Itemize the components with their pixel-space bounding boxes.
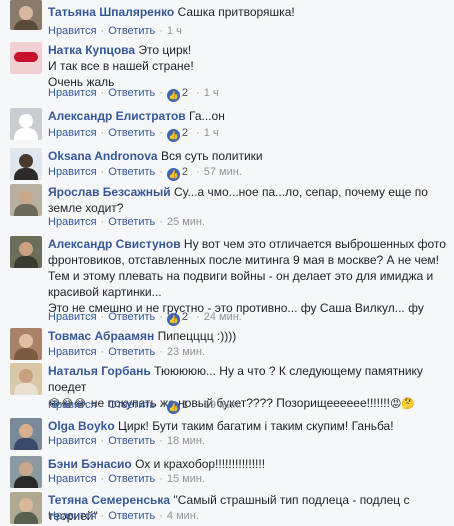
like-link[interactable]: Нравится (48, 166, 97, 178)
comment-author[interactable]: Александр Свистунов (48, 237, 181, 251)
avatar[interactable] (10, 42, 42, 74)
like-link[interactable]: Нравится (48, 87, 97, 99)
comment-actions: Нравится · Ответить · 23 мин. (48, 346, 206, 358)
comment-time[interactable]: 19 мин. (204, 399, 242, 411)
like-icon[interactable]: 👍 (166, 129, 180, 142)
like-count[interactable]: 2 (182, 127, 188, 139)
comment-time[interactable]: 15 мин. (167, 473, 205, 485)
reply-link[interactable]: Ответить (108, 311, 155, 323)
comment-author[interactable]: Натка Купцова (48, 43, 135, 57)
reply-link[interactable]: Ответить (108, 435, 155, 447)
avatar[interactable] (10, 363, 42, 395)
reply-link[interactable]: Ответить (108, 216, 155, 228)
comment-time[interactable]: 23 мин. (167, 346, 205, 358)
comment-author[interactable]: Татьяна Шпаляренко (48, 5, 174, 19)
comment-feed: Татьяна Шпаляренко Сашка притворяшка! Нр… (0, 0, 454, 526)
comment-author[interactable]: Александр Елистратов (48, 109, 186, 123)
like-count[interactable]: 2 (182, 87, 188, 99)
like-link[interactable]: Нравится (48, 346, 97, 358)
comment-actions: Нравится · Ответить · 4 мин. (48, 510, 199, 522)
comment-time[interactable]: 1 ч (204, 87, 219, 99)
comment-text: Пипецццц :)))) (157, 329, 237, 343)
like-icon[interactable]: 👍 (166, 168, 180, 181)
like-link[interactable]: Нравится (48, 473, 97, 485)
comment-text: Га...он (189, 109, 225, 123)
like-link[interactable]: Нравится (48, 435, 97, 447)
like-icon[interactable]: 👍 (166, 89, 180, 102)
comment-text: Сашка притворяшка! (177, 5, 295, 19)
comment-time[interactable]: 4 мин. (167, 510, 199, 522)
comment-author[interactable]: Наталья Горбань (48, 364, 151, 378)
comment-actions: Нравится · Ответить · 👍 2 · 1 ч (48, 127, 219, 142)
avatar[interactable] (10, 0, 42, 30)
comment-time[interactable]: 57 мин. (204, 166, 242, 178)
comment-author[interactable]: Oksana Andronova (48, 149, 158, 163)
avatar[interactable] (10, 328, 42, 360)
reply-link[interactable]: Ответить (108, 346, 155, 358)
like-count[interactable]: 2 (182, 166, 188, 178)
like-link[interactable]: Нравится (48, 311, 97, 323)
reply-link[interactable]: Ответить (108, 87, 155, 99)
comment-time[interactable]: 25 мин. (167, 216, 205, 228)
reply-link[interactable]: Ответить (108, 127, 155, 139)
avatar[interactable] (10, 184, 42, 216)
avatar[interactable] (10, 418, 42, 450)
like-link[interactable]: Нравится (48, 510, 97, 522)
comment-actions: Нравится · Ответить · 1 ч (48, 25, 182, 37)
comment-text: Вся суть политики (160, 149, 263, 163)
reply-link[interactable]: Ответить (108, 473, 155, 485)
comment-actions: Нравится · Ответить · 18 мин. (48, 435, 206, 447)
reply-link[interactable]: Ответить (108, 399, 155, 411)
comment-text: Цирк! Бути таким багатим і таким скупим!… (118, 419, 394, 433)
comment-actions: Нравится · Ответить · 👍 2 · 57 мин. (48, 166, 242, 181)
comment-actions: Нравится · Ответить · 15 мин. (48, 473, 206, 485)
avatar[interactable] (10, 456, 42, 488)
avatar[interactable] (10, 148, 42, 180)
like-link[interactable]: Нравится (48, 25, 97, 37)
like-link[interactable]: Нравится (48, 127, 97, 139)
comment-author[interactable]: Olga Boyko (48, 419, 115, 433)
reply-link[interactable]: Ответить (108, 166, 155, 178)
comment-text-line: И так все в нашей стране! (48, 59, 194, 73)
avatar[interactable] (10, 236, 42, 268)
reply-link[interactable]: Ответить (108, 25, 155, 37)
comment-actions: Нравится · Ответить · 25 мин. (48, 216, 206, 228)
comment-actions: Нравится · Ответить · 👍 2 · 1 ч (48, 87, 219, 102)
avatar[interactable] (10, 492, 42, 524)
comment-text: Ох и крахобор!!!!!!!!!!!!!!! (135, 457, 266, 471)
like-link[interactable]: Нравится (48, 216, 97, 228)
like-count[interactable]: 2 (182, 311, 188, 323)
avatar[interactable] (10, 108, 42, 140)
comment-actions: Нравится · Ответить · 👍 2 · 24 мин. (48, 311, 242, 326)
comment-time[interactable]: 18 мин. (167, 435, 205, 447)
like-count[interactable]: 1 (182, 399, 188, 411)
like-link[interactable]: Нравится (48, 399, 97, 411)
comment-time[interactable]: 24 мин. (204, 311, 242, 323)
like-icon[interactable]: 👍 (166, 313, 180, 326)
comment-actions: Нравится · Ответить · 👍 1 · 19 мин. (48, 399, 242, 414)
comment-time[interactable]: 1 ч (204, 127, 219, 139)
comment-author[interactable]: Ярослав Безсажный (48, 185, 171, 199)
reply-link[interactable]: Ответить (108, 510, 155, 522)
comment-author[interactable]: Тетяна Семеренська (48, 493, 170, 507)
comment-author[interactable]: Товмас Абраамян (48, 329, 154, 343)
angry-thinking-emoji-icon: 😡🤔 (389, 397, 416, 410)
comment-author[interactable]: Бэни Бэнасио (48, 457, 132, 471)
like-icon[interactable]: 👍 (166, 401, 180, 414)
comment-text-line: Это цирк! (138, 43, 192, 57)
comment-time[interactable]: 1 ч (167, 25, 182, 37)
